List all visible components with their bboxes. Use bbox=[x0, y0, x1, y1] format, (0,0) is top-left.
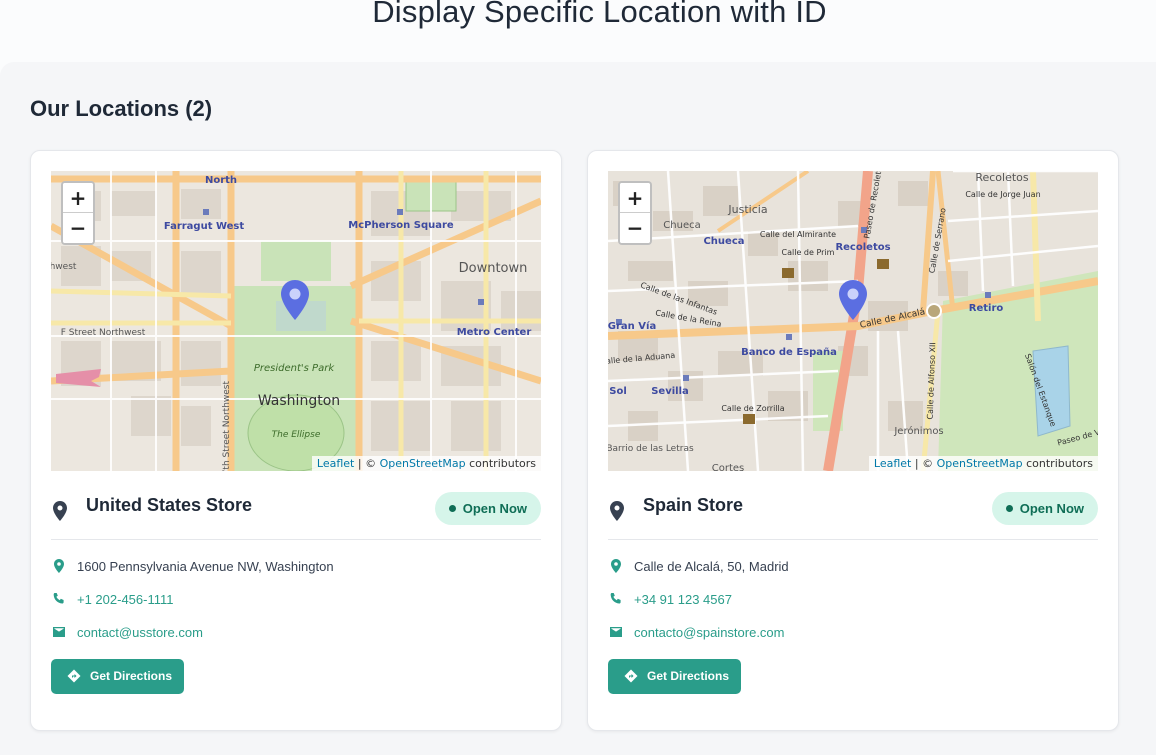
zoom-control: + − bbox=[61, 181, 95, 245]
svg-text:Sol: Sol bbox=[609, 386, 627, 397]
status-dot-icon bbox=[1005, 505, 1013, 512]
email-icon bbox=[53, 627, 65, 637]
svg-text:Calle de Prim: Calle de Prim bbox=[782, 248, 835, 257]
attribution-suffix: contributors bbox=[1022, 457, 1093, 470]
address-text: Calle de Alcalá, 50, Madrid bbox=[634, 559, 789, 574]
svg-text:hwest: hwest bbox=[51, 262, 77, 272]
page-title: Display Specific Location with ID bbox=[372, 0, 827, 29]
map-tiles: Recoletos Chueca Retiro Gran Vía Banco d… bbox=[608, 171, 1098, 471]
map-attribution: Leaflet | © OpenStreetMap contributors bbox=[311, 456, 541, 471]
attribution-separator: | © bbox=[911, 457, 937, 470]
svg-text:17th Street Northwest: 17th Street Northwest bbox=[222, 381, 232, 471]
location-marker-icon[interactable] bbox=[279, 279, 311, 321]
leaflet-link[interactable]: Leaflet bbox=[317, 457, 354, 470]
leaflet-link[interactable]: Leaflet bbox=[874, 457, 911, 470]
svg-text:North: North bbox=[205, 175, 237, 186]
store-header: Spain Store Open Now bbox=[608, 492, 1098, 529]
status-dot-icon bbox=[448, 505, 456, 512]
map-tiles: North Farragut West McPherson Square Met… bbox=[51, 171, 541, 471]
svg-text:Calle del Almirante: Calle del Almirante bbox=[760, 230, 836, 239]
phone-icon bbox=[53, 593, 64, 604]
svg-text:F Street Northwest: F Street Northwest bbox=[61, 328, 146, 338]
email-link[interactable]: contacto@spainstore.com bbox=[634, 625, 785, 640]
section-title: Our Locations (2) bbox=[30, 96, 213, 121]
divider bbox=[608, 539, 1098, 540]
phone-icon bbox=[610, 593, 621, 604]
svg-text:The Ellipse: The Ellipse bbox=[272, 430, 321, 440]
svg-text:Sevilla: Sevilla bbox=[651, 386, 689, 397]
directions-icon bbox=[624, 669, 638, 683]
email-row[interactable]: contacto@spainstore.com bbox=[608, 623, 1098, 643]
svg-text:Jerónimos: Jerónimos bbox=[893, 425, 943, 437]
store-card-us: North Farragut West McPherson Square Met… bbox=[30, 150, 562, 731]
get-directions-label: Get Directions bbox=[647, 669, 730, 683]
address-row: Calle de Alcalá, 50, Madrid bbox=[608, 557, 1098, 577]
zoom-out-button[interactable]: − bbox=[620, 213, 650, 243]
phone-row[interactable]: +1 202-456-1111 bbox=[51, 590, 541, 610]
store-map-spain[interactable]: Recoletos Chueca Retiro Gran Vía Banco d… bbox=[608, 171, 1098, 471]
status-text: Open Now bbox=[462, 501, 527, 516]
email-link[interactable]: contact@usstore.com bbox=[77, 625, 203, 640]
attribution-separator: | © bbox=[354, 457, 380, 470]
phone-link[interactable]: +1 202-456-1111 bbox=[77, 592, 174, 607]
svg-text:Justicia: Justicia bbox=[727, 203, 767, 216]
status-badge: Open Now bbox=[434, 492, 541, 525]
map-marker-icon bbox=[54, 559, 64, 573]
address-text: 1600 Pennsylvania Avenue NW, Washington bbox=[77, 559, 334, 574]
address-row: 1600 Pennsylvania Avenue NW, Washington bbox=[51, 557, 541, 577]
divider bbox=[51, 539, 541, 540]
zoom-in-button[interactable]: + bbox=[620, 183, 650, 213]
svg-text:Farragut West: Farragut West bbox=[164, 221, 245, 232]
location-pin-icon bbox=[610, 501, 624, 521]
store-name: United States Store bbox=[86, 495, 253, 515]
location-pin-icon bbox=[53, 501, 67, 521]
svg-text:Retiro: Retiro bbox=[969, 303, 1004, 314]
get-directions-button[interactable]: Get Directions bbox=[608, 659, 741, 694]
svg-text:President's Park: President's Park bbox=[254, 363, 335, 374]
get-directions-button[interactable]: Get Directions bbox=[51, 659, 184, 694]
svg-text:Chueca: Chueca bbox=[703, 236, 744, 247]
store-card-spain: Recoletos Chueca Retiro Gran Vía Banco d… bbox=[587, 150, 1119, 731]
zoom-in-button[interactable]: + bbox=[63, 183, 93, 213]
svg-text:Recoletos: Recoletos bbox=[975, 171, 1029, 184]
svg-text:Barrio de las Letras: Barrio de las Letras bbox=[608, 444, 694, 454]
status-badge: Open Now bbox=[991, 492, 1098, 525]
phone-row[interactable]: +34 91 123 4567 bbox=[608, 590, 1098, 610]
svg-text:Gran Vía: Gran Vía bbox=[608, 320, 656, 332]
location-marker-icon[interactable] bbox=[837, 279, 869, 321]
email-icon bbox=[610, 627, 622, 637]
svg-text:Calle de Zorrilla: Calle de Zorrilla bbox=[721, 404, 784, 413]
svg-text:Cortes: Cortes bbox=[712, 463, 745, 471]
email-row[interactable]: contact@usstore.com bbox=[51, 623, 541, 643]
directions-icon bbox=[67, 669, 81, 683]
attribution-suffix: contributors bbox=[465, 457, 536, 470]
svg-text:McPherson Square: McPherson Square bbox=[348, 220, 454, 231]
map-attribution: Leaflet | © OpenStreetMap contributors bbox=[868, 456, 1098, 471]
phone-link[interactable]: +34 91 123 4567 bbox=[634, 592, 732, 607]
store-header: United States Store Open Now bbox=[51, 492, 541, 529]
zoom-control: + − bbox=[618, 181, 652, 245]
osm-link[interactable]: OpenStreetMap bbox=[380, 457, 466, 470]
svg-text:Calle de Jorge Juan: Calle de Jorge Juan bbox=[965, 190, 1040, 199]
svg-text:Downtown: Downtown bbox=[459, 261, 528, 276]
store-map-us[interactable]: North Farragut West McPherson Square Met… bbox=[51, 171, 541, 471]
osm-link[interactable]: OpenStreetMap bbox=[937, 457, 1023, 470]
svg-text:Recoletos: Recoletos bbox=[835, 242, 890, 253]
svg-text:Metro Center: Metro Center bbox=[457, 327, 532, 338]
svg-text:Washington: Washington bbox=[258, 393, 340, 409]
status-text: Open Now bbox=[1019, 501, 1084, 516]
get-directions-label: Get Directions bbox=[90, 669, 173, 683]
svg-text:Chueca: Chueca bbox=[663, 220, 700, 231]
svg-text:Banco de España: Banco de España bbox=[741, 347, 837, 358]
map-marker-icon bbox=[611, 559, 621, 573]
zoom-out-button[interactable]: − bbox=[63, 213, 93, 243]
store-name: Spain Store bbox=[643, 495, 744, 515]
